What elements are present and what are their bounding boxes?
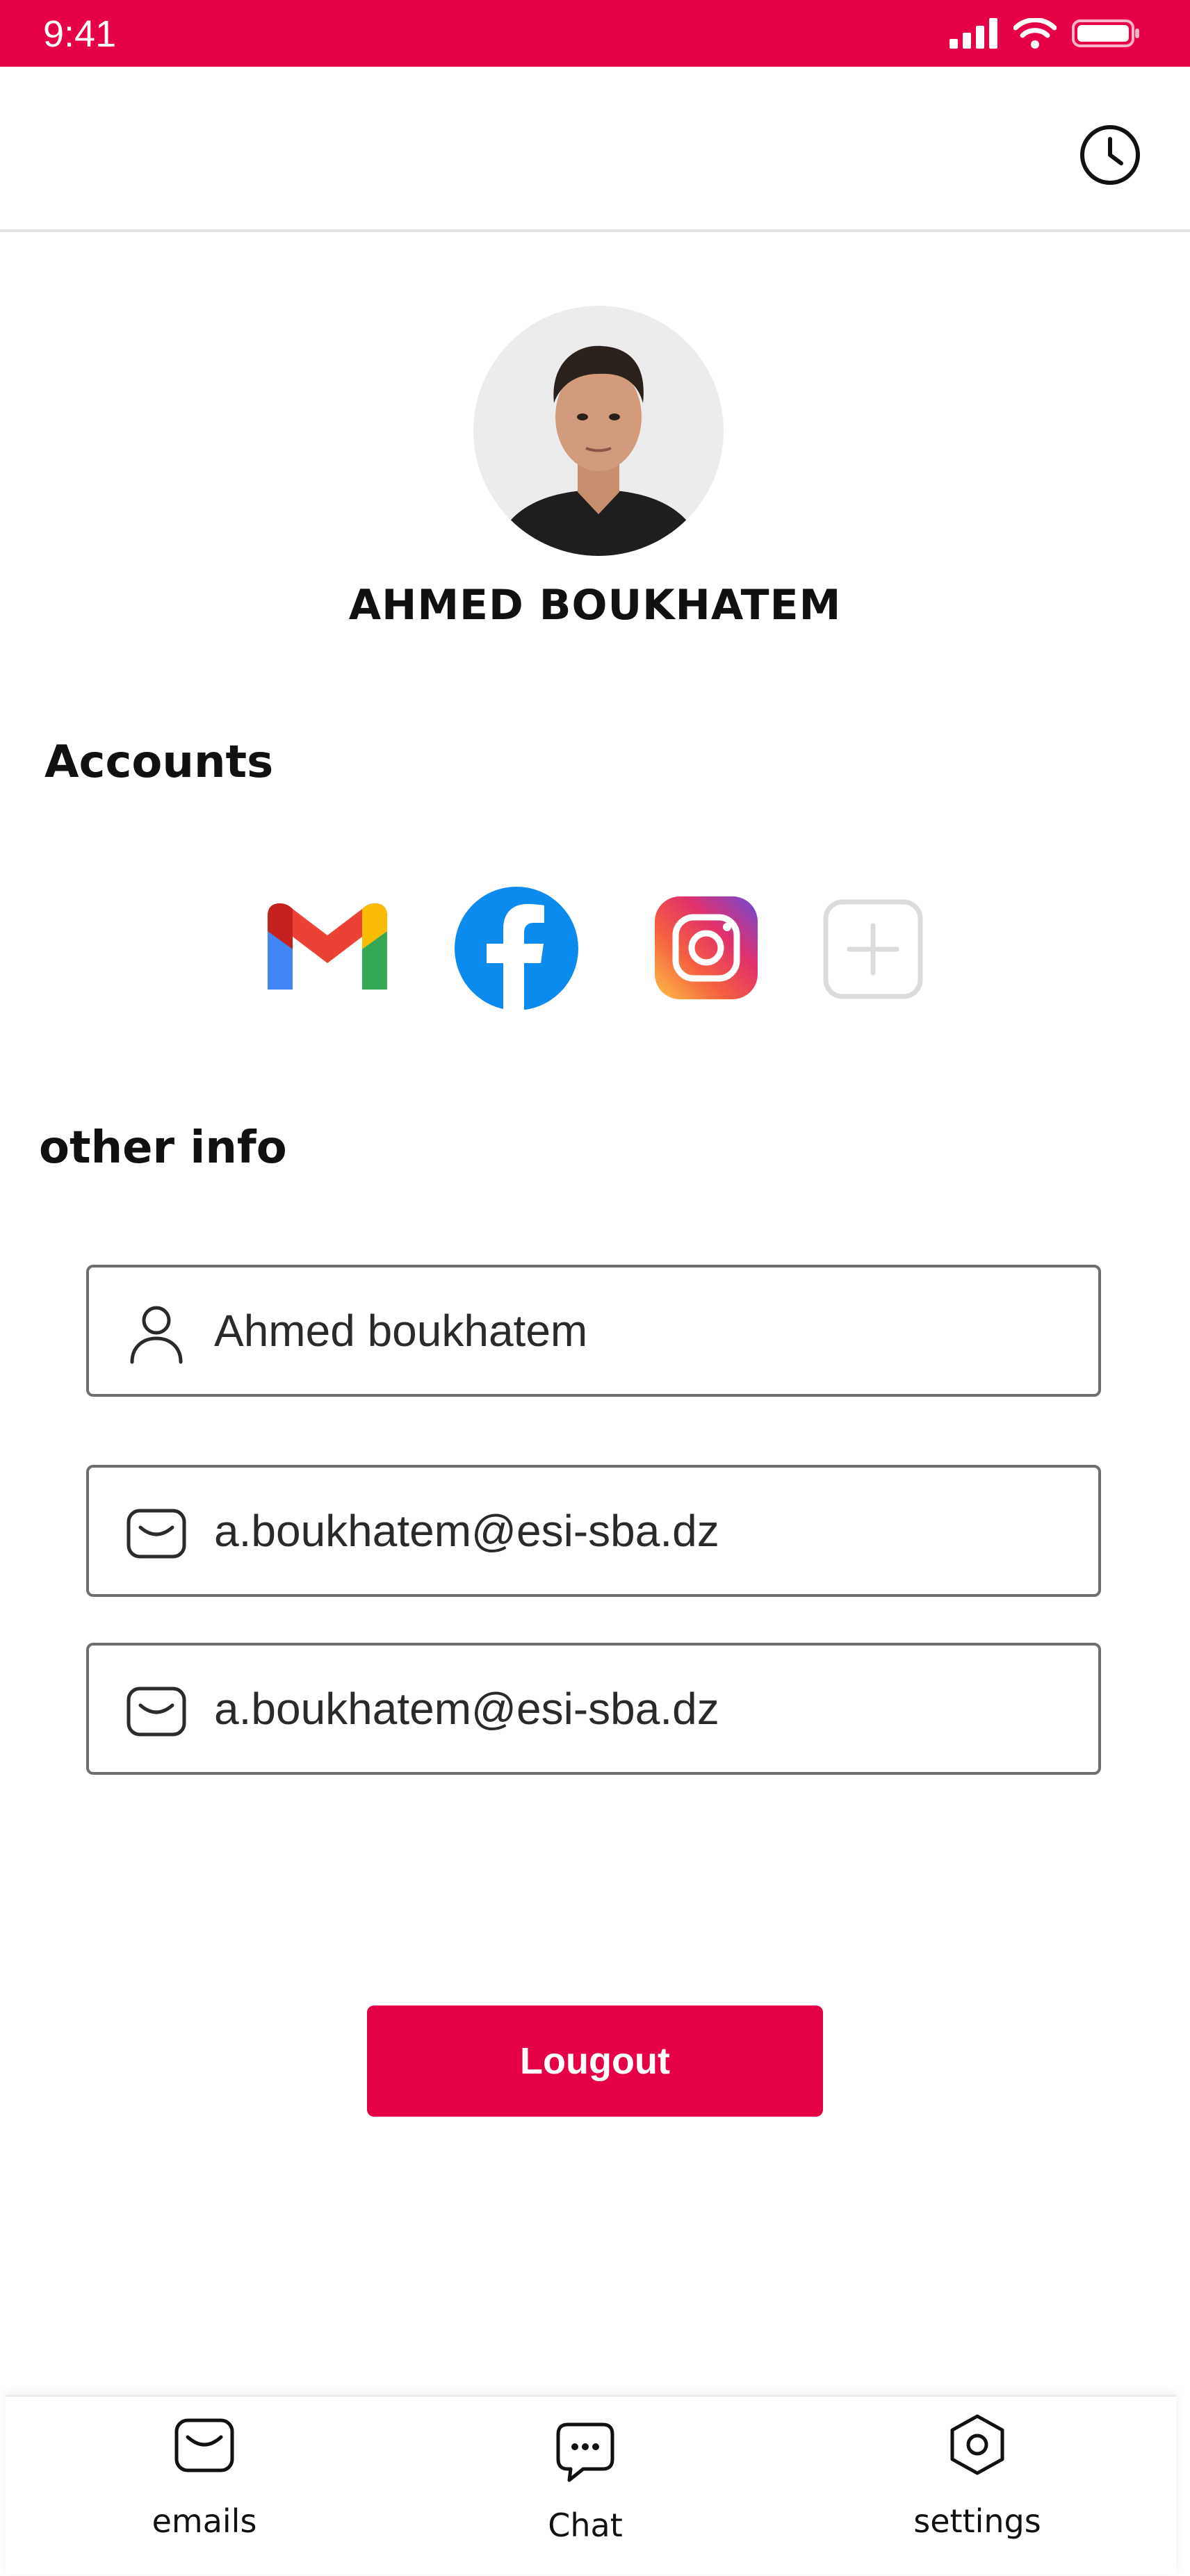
nav-item-label: settings: [913, 2502, 1041, 2540]
name-field[interactable]: Ahmed boukhatem: [86, 1265, 1101, 1397]
status-bar: 9:41: [0, 0, 1190, 67]
name-field-value: Ahmed boukhatem: [214, 1306, 588, 1356]
top-app-bar: [0, 67, 1190, 232]
cellular-signal-icon: [949, 18, 997, 49]
accounts-section-title: Accounts: [44, 737, 274, 788]
bottom-navigation: emails Chat settings: [6, 2395, 1176, 2574]
other-info-section-title: other info: [39, 1122, 287, 1174]
nav-item-chat[interactable]: Chat: [481, 2397, 690, 2576]
email-field-value: a.boukhatem@esi-sba.dz: [214, 1506, 719, 1556]
instagram-account-button[interactable]: [655, 896, 758, 999]
logout-button[interactable]: Lougout: [367, 2005, 823, 2117]
profile-avatar: [473, 306, 724, 556]
status-time: 9:41: [43, 13, 117, 55]
nav-item-emails[interactable]: emails: [100, 2397, 309, 2576]
nav-item-settings[interactable]: settings: [873, 2397, 1082, 2576]
history-button[interactable]: [1077, 122, 1143, 188]
settings-icon: [950, 2414, 1004, 2475]
user-icon: [130, 1306, 183, 1364]
linked-accounts: [0, 883, 1190, 1015]
gmail-icon: [268, 903, 387, 990]
facebook-icon: [455, 887, 578, 1010]
status-icons: [949, 18, 1141, 49]
facebook-account-button[interactable]: [455, 887, 578, 1010]
mail-icon: [127, 1687, 186, 1737]
battery-icon: [1072, 19, 1139, 47]
nav-item-label: Chat: [548, 2507, 623, 2544]
nav-item-label: emails: [152, 2502, 257, 2540]
mail-icon: [127, 1509, 186, 1559]
wifi-icon: [1013, 18, 1057, 49]
clock-icon: [1080, 125, 1140, 185]
chat-icon: [556, 2422, 614, 2482]
gmail-account-button[interactable]: [268, 903, 387, 994]
add-account-button[interactable]: [823, 899, 923, 999]
email-field[interactable]: a.boukhatem@esi-sba.dz: [86, 1465, 1101, 1597]
secondary-email-field-value: a.boukhatem@esi-sba.dz: [214, 1684, 719, 1734]
instagram-icon: [655, 896, 758, 999]
profile-name: AHMED BOUKHATEM: [348, 581, 842, 630]
mail-icon: [174, 2418, 234, 2472]
add-account-icon: [823, 899, 923, 999]
secondary-email-field[interactable]: a.boukhatem@esi-sba.dz: [86, 1643, 1101, 1775]
